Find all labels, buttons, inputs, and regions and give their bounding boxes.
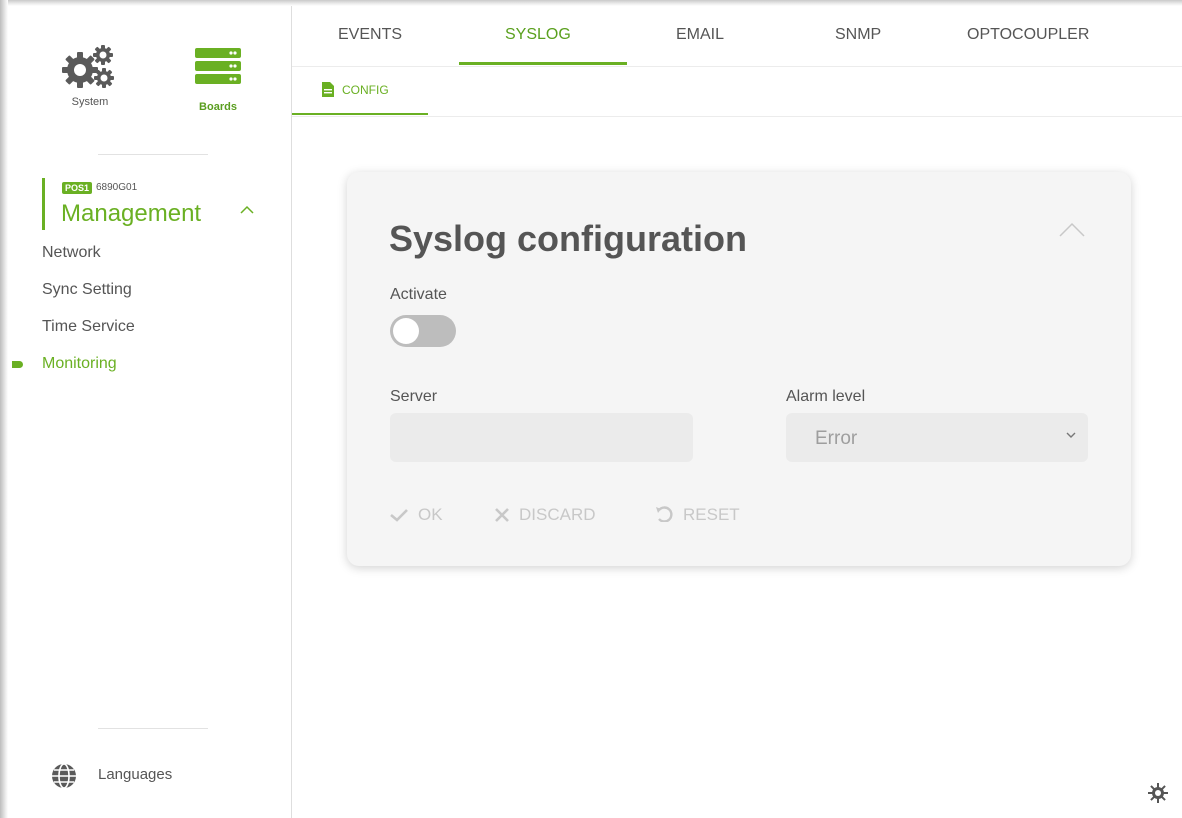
active-tab-indicator	[459, 62, 627, 65]
sidebar-item-label: Time Service	[42, 318, 135, 335]
check-icon	[390, 509, 408, 522]
sidebar-item-label: Sync Setting	[42, 281, 132, 298]
card-title: Syslog configuration	[389, 218, 748, 259]
active-subtab-indicator	[292, 113, 428, 115]
reset-button[interactable]: RESET	[655, 505, 740, 525]
boards-label: Boards	[199, 101, 237, 113]
main-tabs: EVENTS SYSLOG EMAIL SNMP OPTOCOUPLER	[292, 6, 1182, 67]
discard-button[interactable]: DISCARD	[495, 505, 596, 525]
tab-optocoupler[interactable]: OPTOCOUPLER	[967, 26, 1089, 44]
sidebar: System Boards POS1 6890G01 Management Ne…	[8, 6, 292, 818]
subtab-config[interactable]: CONFIG	[322, 82, 389, 97]
ok-label: OK	[418, 505, 443, 524]
undo-icon	[656, 506, 673, 523]
subtab-config-label: CONFIG	[342, 83, 389, 97]
alarm-level-value: Error	[815, 428, 858, 449]
syslog-config-card: Syslog configuration Activate Server Ala…	[347, 172, 1131, 566]
system-label: System	[71, 96, 109, 108]
sidebar-item-sync-setting[interactable]: Sync Setting	[42, 281, 132, 299]
window-frame-left	[0, 0, 8, 818]
sidebar-top-icons: System Boards	[8, 6, 291, 126]
sub-tabs: CONFIG	[292, 67, 1182, 117]
languages-label: Languages	[98, 766, 173, 783]
globe-icon	[52, 763, 76, 789]
sidebar-item-label: Monitoring	[42, 355, 117, 372]
sidebar-divider-top	[98, 154, 208, 155]
sidebar-item-monitoring[interactable]: Monitoring	[12, 355, 117, 373]
sidebar-item-time-service[interactable]: Time Service	[42, 318, 135, 336]
server-label: Server	[390, 388, 438, 405]
boards-button[interactable]: Boards	[180, 44, 256, 124]
close-icon	[495, 508, 509, 522]
sidebar-item-label: Network	[42, 244, 101, 261]
system-button[interactable]: System	[50, 44, 130, 124]
board-title: Management	[61, 200, 202, 227]
chevron-up-icon[interactable]	[1059, 222, 1085, 243]
alarm-level-label: Alarm level	[786, 388, 866, 405]
activate-label: Activate	[390, 286, 447, 303]
reset-label: RESET	[683, 505, 740, 524]
activate-toggle[interactable]	[390, 315, 456, 347]
active-indicator-bar	[42, 178, 45, 230]
toggle-knob	[393, 318, 419, 344]
alarm-level-select[interactable]: Error	[786, 413, 1088, 462]
active-bullet-icon	[12, 361, 23, 368]
sidebar-divider-bottom	[98, 728, 208, 729]
server-rack-icon	[195, 48, 241, 84]
sidebar-item-network[interactable]: Network	[42, 244, 101, 262]
tab-syslog[interactable]: SYSLOG	[505, 26, 571, 44]
ok-button[interactable]: OK	[390, 505, 443, 525]
discard-label: DISCARD	[519, 505, 596, 524]
settings-gear-icon[interactable]	[1148, 783, 1168, 808]
board-code: 6890G01	[96, 182, 138, 193]
position-badge: POS1	[62, 182, 93, 194]
chevron-up-icon[interactable]	[240, 202, 254, 220]
tab-events[interactable]: EVENTS	[338, 26, 402, 44]
gears-icon	[62, 45, 114, 88]
chevron-down-icon	[1066, 432, 1076, 438]
document-icon	[322, 82, 334, 97]
tab-snmp[interactable]: SNMP	[835, 26, 881, 44]
server-input[interactable]	[390, 413, 693, 462]
tab-email[interactable]: EMAIL	[676, 26, 724, 44]
